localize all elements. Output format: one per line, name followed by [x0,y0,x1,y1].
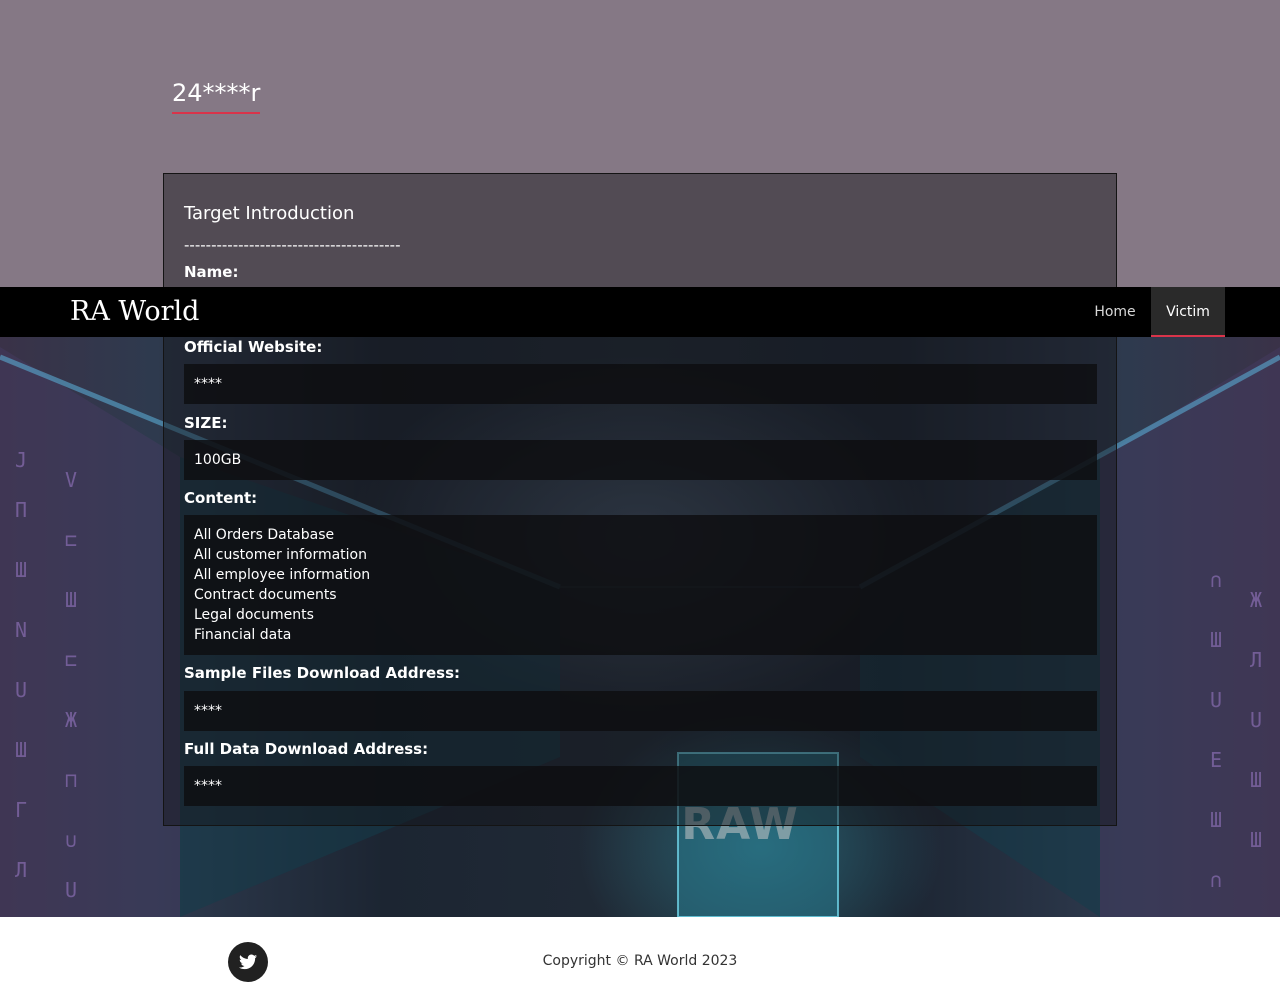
svg-text:Ш: Ш [15,558,27,582]
content-item: All customer information [194,547,367,563]
content-item: All employee information [194,567,371,583]
content-list: All Orders Database All customer informa… [184,515,1097,655]
svg-text:Ш: Ш [1250,768,1262,792]
sample-download-value: **** [184,691,1097,731]
panel-heading: Target Introduction [184,203,355,224]
svg-text:Л: Л [1250,648,1262,672]
content-item: Contract documents [194,587,337,603]
svg-text:E: E [1210,748,1222,772]
svg-text:Ш: Ш [1210,628,1222,652]
svg-text:⊏: ⊏ [65,648,77,672]
svg-text:Г: Г [15,798,27,822]
svg-text:Ш: Ш [65,588,77,612]
full-download-value: **** [184,766,1097,806]
name-label: Name: [184,263,239,281]
svg-text:Ж: Ж [1250,588,1262,612]
svg-text:U: U [65,878,77,902]
website-value: **** [184,364,1097,404]
svg-text:⊏: ⊏ [65,528,77,552]
svg-text:Ш: Ш [15,738,27,762]
svg-text:П: П [15,498,27,522]
target-introduction-panel: Target Introduction --------------------… [163,173,1117,826]
footer: Copyright © RA World 2023 [0,917,1280,1007]
svg-text:Л: Л [15,858,27,882]
svg-text:V: V [65,468,77,492]
brand-logo[interactable]: RA World [70,295,199,329]
svg-text:⊓: ⊓ [65,768,77,792]
svg-text:∪: ∪ [65,828,77,852]
svg-text:J: J [15,448,27,472]
nav-item-victim[interactable]: Victim [1151,287,1225,337]
top-navbar: RA World Home Victim [0,287,1280,337]
svg-text:U: U [15,678,27,702]
copyright-text: Copyright © RA World 2023 [542,953,738,969]
svg-text:∩: ∩ [1210,868,1222,892]
svg-text:N: N [15,618,27,642]
sample-download-label: Sample Files Download Address: [184,664,461,682]
panel-divider: ---------------------------------------- [184,236,401,254]
svg-text:Ш: Ш [1250,828,1262,852]
svg-text:U: U [1250,708,1262,732]
size-value: 100GB [184,440,1097,480]
nav-item-home[interactable]: Home [1080,287,1150,337]
size-label: SIZE: [184,414,228,432]
content-item: Legal documents [194,607,314,623]
website-label: Official Website: [184,338,323,356]
svg-text:U: U [1210,688,1222,712]
svg-text:Ж: Ж [65,708,77,732]
svg-text:Ш: Ш [1210,808,1222,832]
page-title: 24****r [172,78,261,114]
svg-text:∩: ∩ [1210,568,1222,592]
content-item: Financial data [194,627,292,643]
content-label: Content: [184,489,258,507]
content-item: All Orders Database [194,527,335,543]
full-download-label: Full Data Download Address: [184,740,429,758]
